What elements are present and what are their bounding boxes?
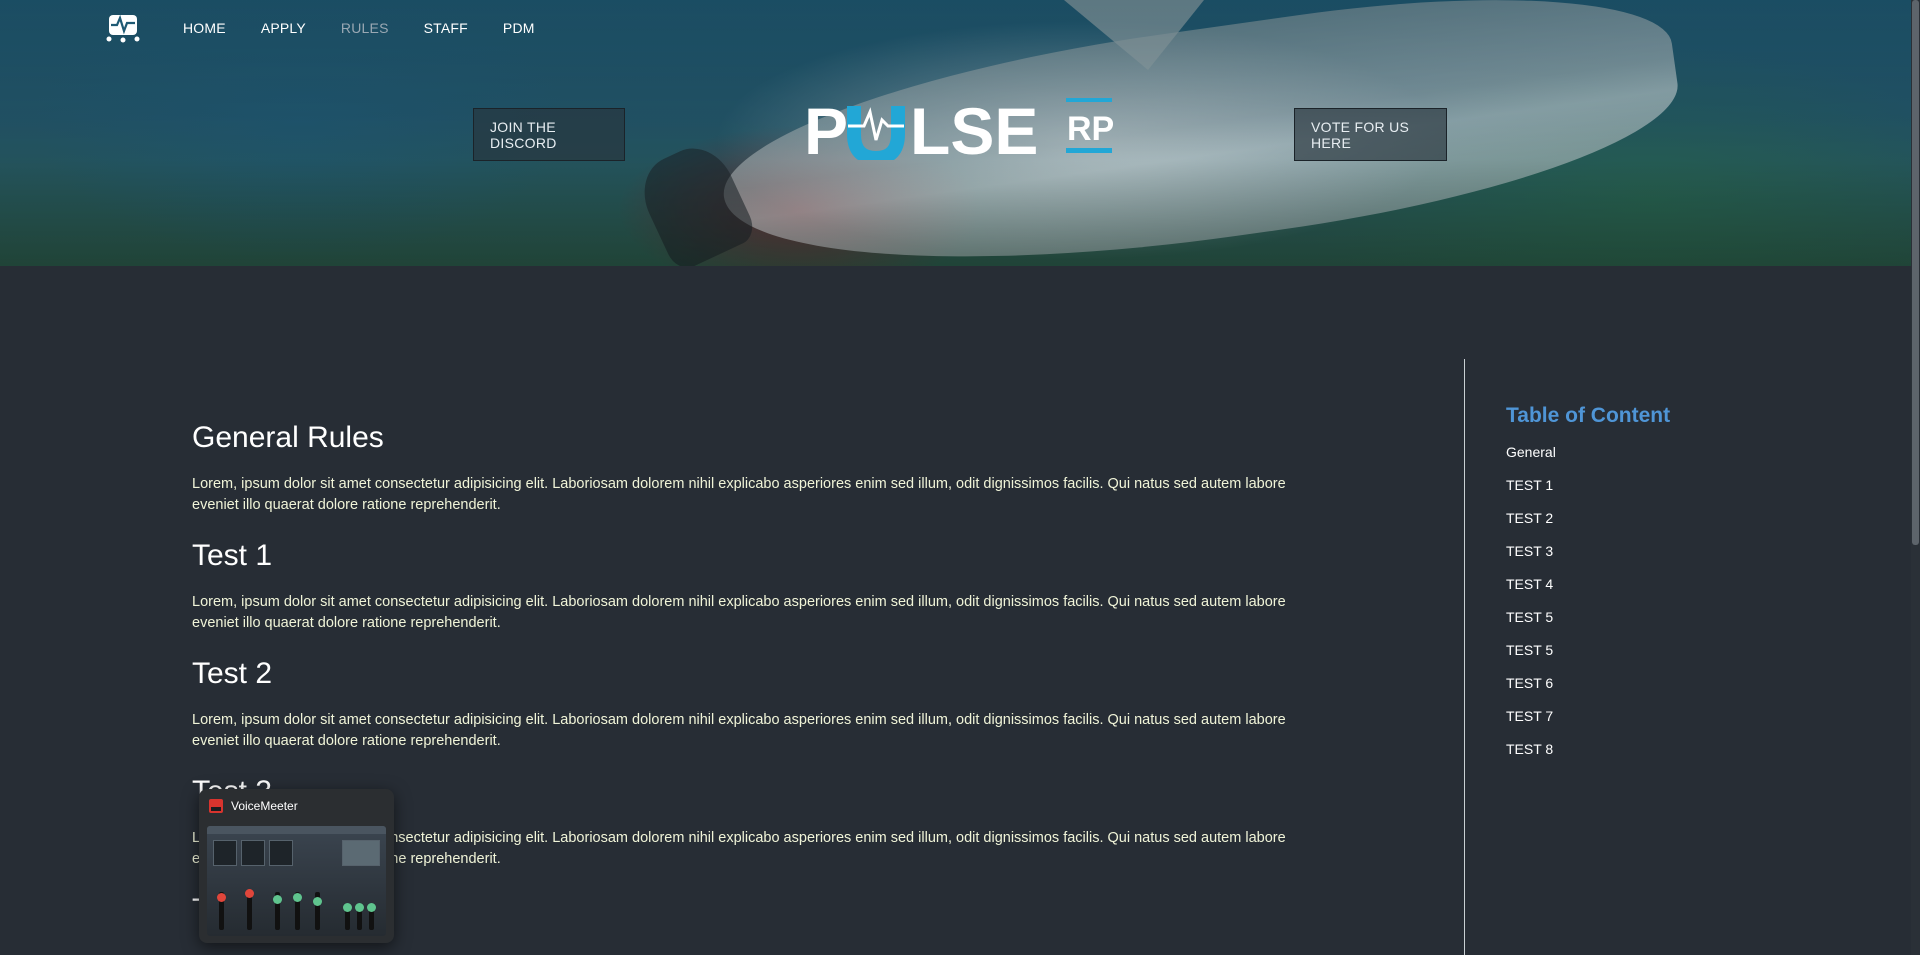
rules-section-test-1: Test 1 Lorem, ipsum dolor sit amet conse…: [192, 538, 1292, 634]
toc-item-test-2[interactable]: TEST 2: [1506, 508, 1670, 541]
toc-item-test-1[interactable]: TEST 1: [1506, 475, 1670, 508]
page-scrollbar[interactable]: [1911, 0, 1920, 955]
section-heading: Test 1: [192, 539, 273, 572]
window-thumbnail[interactable]: [207, 826, 386, 936]
vote-button[interactable]: VOTE FOR US HERE: [1294, 108, 1447, 161]
fader-knob: [367, 903, 376, 912]
scrollbar-thumb[interactable]: [1912, 0, 1919, 545]
brand-letter-p: P: [804, 96, 848, 160]
top-navigation: HOME APPLY RULES STAFF PDM: [105, 13, 570, 43]
section-body: Lorem, ipsum dolor sit amet consectetur …: [192, 594, 1286, 631]
nav-staff[interactable]: STAFF: [424, 20, 468, 36]
fader-knob: [217, 893, 226, 902]
thumbnail-titlebar: [207, 826, 386, 834]
toc-item-test-7[interactable]: TEST 7: [1506, 706, 1670, 739]
brand-u-pulse-icon: [847, 106, 905, 160]
toc-item-test-8[interactable]: TEST 8: [1506, 739, 1670, 772]
voicemeeter-app-icon: [209, 799, 223, 813]
thumbnail-strip-panel: [269, 840, 293, 866]
thumbnail-strip-panel: [241, 840, 265, 866]
preview-header: VoiceMeeter: [199, 789, 394, 823]
fader-knob: [273, 895, 282, 904]
section-body: Lorem, ipsum dolor sit amet consectetur …: [192, 476, 1286, 513]
fader-knob: [343, 903, 352, 912]
rules-section-test-2: Test 2 Lorem, ipsum dolor sit amet conse…: [192, 656, 1292, 752]
diver-figure: [630, 136, 760, 266]
pulse-rp-logo: P LSE RP: [804, 96, 1114, 160]
brand-rp-top-bar: [1066, 98, 1112, 102]
taskbar-window-preview[interactable]: VoiceMeeter: [199, 789, 394, 943]
join-discord-button[interactable]: JOIN THE DISCORD: [473, 108, 625, 161]
rules-section-general: General Rules Lorem, ipsum dolor sit ame…: [192, 420, 1292, 516]
nav-rules[interactable]: RULES: [341, 20, 389, 36]
sidebar-divider: [1464, 359, 1465, 955]
brand-suffix: RP: [1067, 110, 1114, 148]
nav-pdm[interactable]: PDM: [503, 20, 535, 36]
brand-letters-lse: LSE: [910, 96, 1038, 160]
toc-item-test-5-dup[interactable]: TEST 5: [1506, 640, 1670, 673]
section-heading: Test 2: [192, 657, 273, 690]
thumbnail-strip-panel: [213, 840, 237, 866]
toc-title: Table of Content: [1506, 404, 1671, 427]
fader-knob: [355, 903, 364, 912]
toc-item-test-5[interactable]: TEST 5: [1506, 607, 1670, 640]
section-body: Lorem, ipsum dolor sit amet consectetur …: [192, 712, 1286, 749]
pulse-logo-icon[interactable]: [105, 13, 141, 43]
fader-knob: [293, 893, 302, 902]
table-of-content: Table of Content General TEST 1 TEST 2 T…: [1506, 404, 1670, 772]
toc-item-test-6[interactable]: TEST 6: [1506, 673, 1670, 706]
fader-knob: [313, 897, 322, 906]
nav-apply[interactable]: APPLY: [261, 20, 306, 36]
nav-home[interactable]: HOME: [183, 20, 226, 36]
fader-knob: [245, 889, 254, 898]
brand-rp-underline: [1066, 148, 1112, 153]
thumbnail-display-panel: [342, 840, 380, 866]
shark-fin: [1040, 0, 1220, 70]
toc-item-test-4[interactable]: TEST 4: [1506, 574, 1670, 607]
section-heading: General Rules: [192, 421, 384, 454]
toc-item-test-3[interactable]: TEST 3: [1506, 541, 1670, 574]
preview-app-name: VoiceMeeter: [231, 799, 298, 813]
toc-item-general[interactable]: General: [1506, 442, 1670, 475]
